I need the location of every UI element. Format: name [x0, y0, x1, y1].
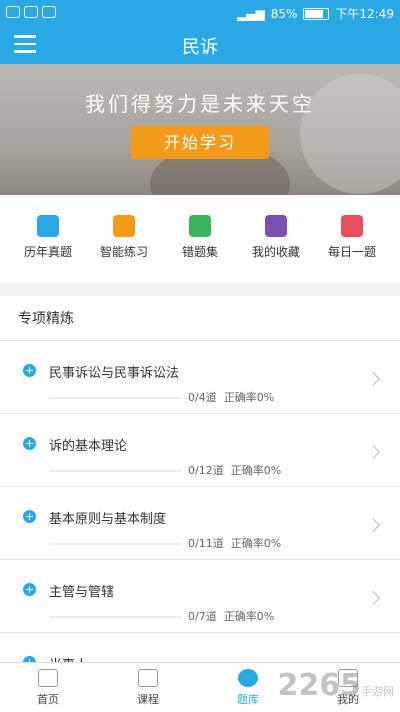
notification-icons: [6, 6, 56, 18]
progress-track: [49, 616, 182, 618]
notification-icon: [6, 6, 20, 18]
system-indicators: ▂▄▆ 85% 下午12:49: [237, 5, 394, 22]
quick-link-label: 历年真题: [23, 245, 72, 259]
topic-row[interactable]: 当事人: [0, 632, 400, 662]
calendar-icon: [341, 215, 363, 237]
chevron-right-icon: [365, 371, 381, 387]
expand-plus-icon[interactable]: [23, 437, 36, 450]
section-title: 专项精炼: [18, 311, 74, 327]
topic-name: 当事人: [49, 654, 88, 662]
quick-link-label: 每日一题: [327, 245, 376, 259]
topic-name: 诉的基本理论: [49, 439, 128, 454]
question-count: 0/11道: [188, 537, 224, 550]
progress-track: [49, 397, 182, 399]
watermark-text: 2265: [277, 668, 362, 703]
tab-label: 题库: [237, 693, 259, 706]
question-count: 0/7道: [188, 610, 217, 623]
home-icon: [38, 669, 58, 687]
lightbulb-icon: [113, 215, 135, 237]
accuracy-rate: 正确率0%: [230, 464, 282, 477]
topic-row[interactable]: 主管与管辖 0/7道 正确率0%: [0, 559, 400, 633]
question-count: 0/12道: [188, 464, 224, 477]
accuracy-rate: 正确率0%: [223, 610, 275, 623]
quick-link-3[interactable]: 我的收藏: [240, 215, 312, 260]
quick-link-2[interactable]: 错题集: [164, 215, 236, 260]
status-bar: ▂▄▆ 85% 下午12:49: [0, 0, 400, 26]
quick-link-label: 智能练习: [99, 245, 148, 259]
app-header: 民诉: [0, 26, 400, 64]
accuracy-rate: 正确率0%: [230, 537, 282, 550]
signal-icon: ▂▄▆: [237, 6, 265, 21]
topic-name: 主管与管辖: [49, 585, 115, 600]
expand-plus-icon[interactable]: [23, 364, 36, 377]
notification-icon: [42, 6, 56, 18]
page-title: 民诉: [182, 37, 218, 58]
topic-row[interactable]: 民事诉讼与民事诉讼法 0/4道 正确率0%: [0, 340, 400, 414]
tab-1[interactable]: 课程: [108, 669, 188, 707]
star-icon: [265, 215, 287, 237]
notification-icon: [24, 6, 38, 18]
quick-link-0[interactable]: 历年真题: [12, 215, 84, 260]
quick-link-4[interactable]: 每日一题: [316, 215, 388, 260]
watermark-sub: 手游网: [361, 685, 394, 698]
tab-0[interactable]: 首页: [8, 669, 88, 707]
topic-name: 民事诉讼与民事诉讼法: [49, 366, 180, 381]
chevron-right-icon: [365, 590, 381, 606]
document-list-icon: [37, 215, 59, 237]
clock: 下午12:49: [335, 7, 394, 21]
topic-name: 基本原则与基本制度: [49, 512, 167, 527]
video-icon: [138, 669, 158, 687]
progress-track: [49, 470, 182, 472]
watermark: 2265手游网: [278, 668, 395, 703]
wrong-book-icon: [189, 215, 211, 237]
progress-track: [49, 543, 182, 545]
battery-icon: [303, 7, 330, 20]
accuracy-rate: 正确率0%: [223, 391, 275, 404]
chevron-right-icon: [365, 444, 381, 460]
tab-2[interactable]: 题库: [208, 669, 288, 707]
quick-link-label: 我的收藏: [251, 245, 300, 259]
topic-section: 专项精炼 民事诉讼与民事诉讼法 0/4道 正确率0% 诉的基本理论 0/12道 正确率…: [0, 296, 400, 662]
banner-slogan: 我们得努力是未来天空: [85, 92, 315, 116]
quick-link-1[interactable]: 智能练习: [88, 215, 160, 260]
expand-plus-icon[interactable]: [23, 583, 36, 596]
topic-stats: 0/4道 正确率0%: [188, 389, 274, 405]
topic-stats: 0/11道 正确率0%: [188, 535, 281, 551]
question-bank-icon: [238, 669, 258, 687]
topic-stats: 0/12道 正确率0%: [188, 462, 281, 478]
battery-level: [305, 9, 324, 18]
topic-row[interactable]: 基本原则与基本制度 0/11道 正确率0%: [0, 486, 400, 560]
quick-link-label: 错题集: [181, 245, 218, 259]
tab-label: 课程: [137, 693, 159, 706]
chevron-right-icon: [365, 517, 381, 533]
battery-percent: 85%: [270, 6, 298, 21]
quick-links: 历年真题 智能练习 错题集 我的收藏 每日一题: [0, 195, 400, 283]
topic-stats: 0/7道 正确率0%: [188, 608, 274, 624]
banner: 我们得努力是未来天空 开始学习: [0, 64, 400, 195]
question-count: 0/4道: [188, 391, 217, 404]
start-learning-button[interactable]: 开始学习: [131, 126, 269, 159]
topic-row[interactable]: 诉的基本理论 0/12道 正确率0%: [0, 413, 400, 487]
tab-label: 首页: [37, 693, 59, 706]
expand-plus-icon[interactable]: [23, 510, 36, 523]
